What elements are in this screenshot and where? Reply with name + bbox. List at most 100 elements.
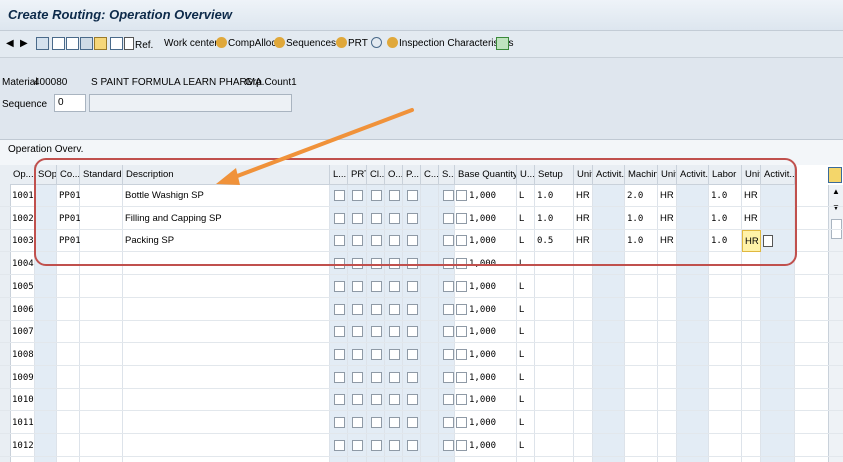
cell-op[interactable]: 1001 xyxy=(10,185,35,207)
cell-u[interactable]: L xyxy=(517,367,535,389)
cell-ctrl[interactable] xyxy=(57,367,80,389)
row-checkbox[interactable] xyxy=(407,326,418,338)
cell-qty[interactable]: 1,000 xyxy=(467,299,517,321)
table-row[interactable]: 1003 PP01 Packing SP 1,000 L 0.5 HR 1.0 HR 1.0 HR xyxy=(0,230,843,253)
row-checkbox[interactable] xyxy=(389,280,400,292)
cell-qty[interactable]: 1,000 xyxy=(467,367,517,389)
column-header[interactable]: Unit xyxy=(574,165,593,185)
row-checkbox[interactable] xyxy=(443,417,454,428)
cell-labor[interactable] xyxy=(709,389,742,411)
row-checkbox[interactable] xyxy=(407,439,418,451)
cell-qty[interactable]: 1,000 xyxy=(467,435,517,457)
cell-machine[interactable] xyxy=(625,253,658,275)
column-header[interactable]: SOp xyxy=(35,165,57,185)
cell-labor[interactable] xyxy=(709,435,742,457)
cell-labor[interactable]: 1.0 xyxy=(709,230,742,252)
cell-op[interactable]: 1012 xyxy=(10,435,35,457)
row-checkbox[interactable] xyxy=(389,212,400,224)
row-checkbox[interactable] xyxy=(443,280,454,292)
cell-setup-unit[interactable] xyxy=(574,389,593,411)
row-checkbox[interactable] xyxy=(371,190,382,201)
base-quantity-checkbox[interactable] xyxy=(456,326,467,338)
cell-u[interactable]: L xyxy=(517,412,535,434)
cell-setup[interactable]: 0.5 xyxy=(535,230,574,252)
cell-setup-unit[interactable] xyxy=(574,299,593,321)
cell-labor-unit[interactable] xyxy=(742,299,761,321)
row-checkbox[interactable] xyxy=(352,212,363,224)
cell-setup[interactable] xyxy=(535,253,574,275)
cell-machine-unit[interactable] xyxy=(658,435,677,457)
column-header[interactable]: C... xyxy=(421,165,439,185)
check-icon[interactable] xyxy=(371,37,383,51)
cell-labor[interactable] xyxy=(709,299,742,321)
back-arrow-icon[interactable]: ◀ xyxy=(6,37,14,51)
column-header[interactable]: S... xyxy=(439,165,455,185)
cell-ctrl[interactable] xyxy=(57,344,80,366)
cell-machine-unit[interactable] xyxy=(658,276,677,298)
row-checkbox[interactable] xyxy=(407,280,418,292)
cell-labor[interactable] xyxy=(709,344,742,366)
cell-machine-unit[interactable] xyxy=(658,367,677,389)
cell-machine[interactable] xyxy=(625,276,658,298)
cell-ctrl[interactable] xyxy=(57,299,80,321)
sequence-description-field[interactable] xyxy=(89,94,292,112)
cell-u[interactable]: L xyxy=(517,435,535,457)
cell-ctrl[interactable] xyxy=(57,435,80,457)
row-checkbox[interactable] xyxy=(371,280,382,292)
row-checkbox[interactable] xyxy=(443,235,454,247)
row-checkbox[interactable] xyxy=(371,212,382,224)
cell-qty[interactable]: 1,000 xyxy=(467,321,517,343)
row-checkbox[interactable] xyxy=(352,417,363,428)
row-checkbox[interactable] xyxy=(334,280,345,292)
inspection-characteristics-button[interactable]: Inspection Characteristics xyxy=(387,37,514,51)
cell-machine[interactable] xyxy=(625,344,658,366)
cell-desc[interactable]: Filling and Capping SP xyxy=(123,208,330,230)
cell-setup-unit[interactable] xyxy=(574,321,593,343)
row-checkbox[interactable] xyxy=(407,190,418,201)
cell-labor[interactable] xyxy=(709,412,742,434)
row-checkbox[interactable] xyxy=(352,190,363,201)
table-row[interactable]: 1008 1,000 L xyxy=(0,344,843,366)
cell-u[interactable]: L xyxy=(517,185,535,207)
row-checkbox[interactable] xyxy=(334,371,345,383)
table-row[interactable]: 1004 1,000 L xyxy=(0,253,843,276)
row-checkbox[interactable] xyxy=(334,326,345,338)
cell-machine[interactable]: 1.0 xyxy=(625,208,658,230)
row-checkbox[interactable] xyxy=(352,326,363,338)
row-checkbox[interactable] xyxy=(389,190,400,201)
cell-qty[interactable]: 1,000 xyxy=(467,412,517,434)
cell-labor-unit[interactable] xyxy=(742,253,761,275)
forward-arrow-icon[interactable]: ▶ xyxy=(20,37,28,51)
cell-u[interactable]: L xyxy=(517,230,535,252)
cell-setup-unit[interactable] xyxy=(574,276,593,298)
cell-machine-unit[interactable]: HR xyxy=(658,185,677,207)
grid-layout-icon[interactable] xyxy=(496,37,510,51)
cell-machine-unit[interactable] xyxy=(658,412,677,434)
row-checkbox[interactable] xyxy=(389,303,400,315)
cell-ctrl[interactable]: PP01 xyxy=(57,208,80,230)
base-quantity-checkbox[interactable] xyxy=(456,303,467,315)
row-checkbox[interactable] xyxy=(371,348,382,360)
cell-u[interactable]: L xyxy=(517,253,535,275)
cell-op[interactable]: 1009 xyxy=(10,367,35,389)
cell-desc[interactable] xyxy=(123,389,330,411)
cell-desc[interactable] xyxy=(123,253,330,275)
edit-icon[interactable] xyxy=(110,37,124,51)
column-header[interactable]: PRT xyxy=(348,165,367,185)
cell-u[interactable]: L xyxy=(517,276,535,298)
row-checkbox[interactable] xyxy=(371,326,382,338)
cell-setup-unit[interactable]: HR xyxy=(574,230,593,252)
cell-setup-unit[interactable] xyxy=(574,412,593,434)
row-checkbox[interactable] xyxy=(334,394,345,406)
cell-labor-unit[interactable] xyxy=(742,389,761,411)
cell-desc[interactable]: Bottle Washign SP xyxy=(123,185,330,207)
column-header[interactable]: L... xyxy=(330,165,348,185)
column-header[interactable]: Activit... xyxy=(761,165,795,185)
cell-qty[interactable]: 1,000 xyxy=(467,344,517,366)
table-row[interactable]: 1010 1,000 L xyxy=(0,389,843,412)
cell-machine-unit[interactable]: HR xyxy=(658,230,677,252)
cell-machine-unit[interactable] xyxy=(658,344,677,366)
cell-labor-unit[interactable] xyxy=(742,276,761,298)
cell-machine-unit[interactable] xyxy=(658,299,677,321)
cell-op[interactable]: 1007 xyxy=(10,321,35,343)
